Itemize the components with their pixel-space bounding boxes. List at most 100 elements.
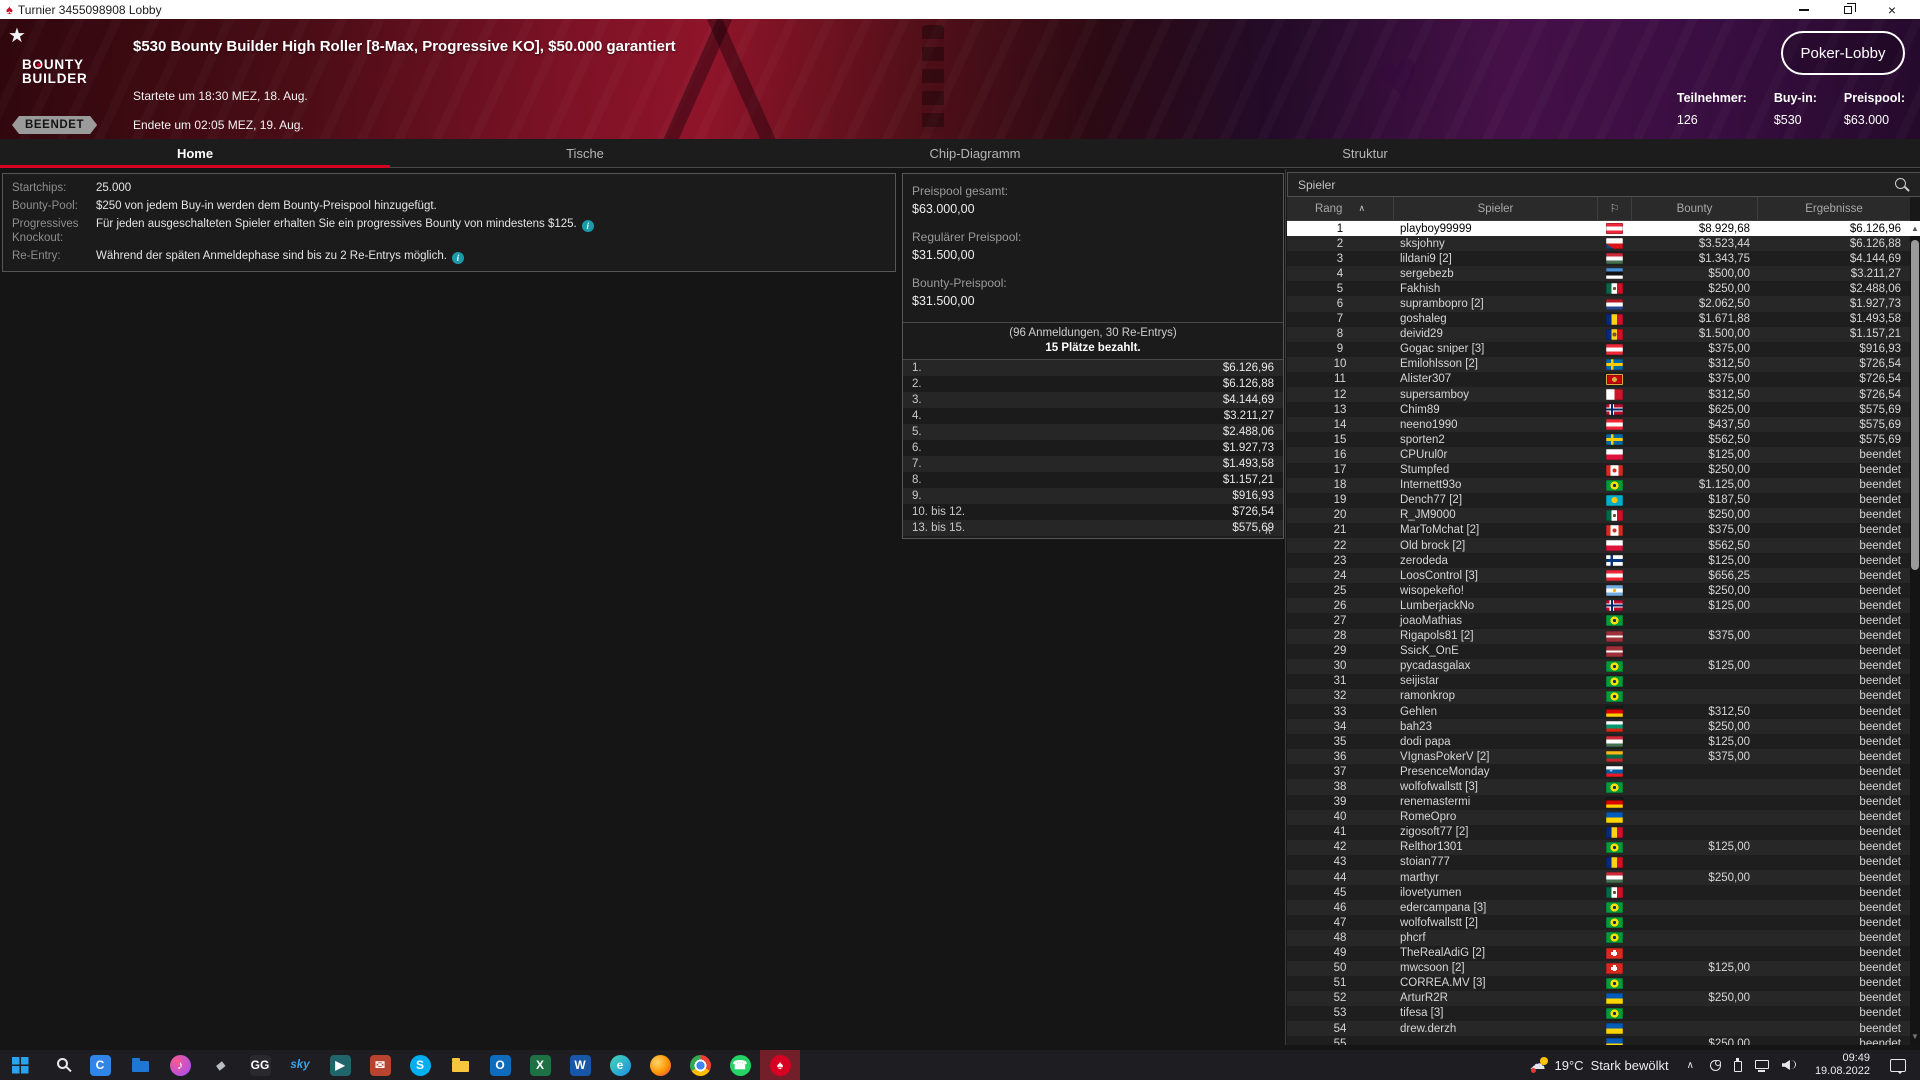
- player-row[interactable]: 44 marthyr $250,00 beendet: [1287, 870, 1910, 886]
- taskbar-app-mail-app[interactable]: ✉: [360, 1050, 400, 1080]
- taskbar-app-skype[interactable]: S: [400, 1050, 440, 1080]
- info-icon[interactable]: i: [451, 252, 464, 264]
- player-row[interactable]: 7 goshaleg $1.671,88 $1.493,58: [1287, 311, 1910, 327]
- player-row[interactable]: 20 R_JM9000 $250,00 beendet: [1287, 507, 1910, 523]
- player-row[interactable]: 55 $250,00 beendet: [1287, 1036, 1910, 1045]
- player-row[interactable]: 23 zerodeda $125,00 beendet: [1287, 553, 1910, 569]
- player-row[interactable]: 43 stoian777 beendet: [1287, 854, 1910, 871]
- player-row[interactable]: 21 MarToMchat [2] $375,00 beendet: [1287, 522, 1910, 538]
- poker-lobby-button[interactable]: Poker-Lobby: [1781, 31, 1905, 75]
- player-row[interactable]: 33 Gehlen $312,50 beendet: [1287, 704, 1910, 720]
- player-row[interactable]: 41 zigosoft77 [2] beendet: [1287, 824, 1910, 840]
- player-row[interactable]: 29 SsicK_OnE beendet: [1287, 643, 1910, 659]
- minimize-button[interactable]: [1782, 0, 1826, 19]
- player-row[interactable]: 53 tifesa [3] beendet: [1287, 1005, 1910, 1021]
- weather-widget[interactable]: ☁ 19°C Stark bewölkt: [1518, 1050, 1679, 1080]
- player-row[interactable]: 14 neeno1990 $437,50 $575,69: [1287, 417, 1910, 433]
- player-row[interactable]: 18 Internett93o $1.125,00 beendet: [1287, 477, 1910, 493]
- taskbar-app-onedrive-folder[interactable]: [120, 1050, 160, 1080]
- player-row[interactable]: 36 VIgnasPokerV [2] $375,00 beendet: [1287, 749, 1910, 765]
- player-row[interactable]: 38 wolfofwallstt [3] beendet: [1287, 779, 1910, 795]
- network-tray-icon[interactable]: [1754, 1059, 1769, 1072]
- player-row[interactable]: 28 Rigapols81 [2] $375,00 beendet: [1287, 628, 1910, 644]
- player-row[interactable]: 4 sergebezb $500,00 $3.211,27: [1287, 266, 1910, 282]
- player-row[interactable]: 16 CPUrul0r $125,00 beendet: [1287, 447, 1910, 463]
- player-row[interactable]: 31 seijistar beendet: [1287, 673, 1910, 689]
- close-button[interactable]: ×: [1870, 0, 1914, 19]
- player-row[interactable]: 13 Chim89 $625,00 $575,69: [1287, 402, 1910, 418]
- player-row[interactable]: 17 Stumpfed $250,00 beendet: [1287, 462, 1910, 478]
- search-icon[interactable]: [1895, 178, 1906, 189]
- scroll-up-icon[interactable]: ▲: [1910, 221, 1920, 236]
- sync-tray-icon[interactable]: [1709, 1059, 1721, 1071]
- taskbar-app-pokerstars[interactable]: ♠: [760, 1050, 800, 1080]
- player-row[interactable]: 8 deivid29 $1.500,00 $1.157,21: [1287, 326, 1910, 342]
- taskbar-app-music[interactable]: ♪: [160, 1050, 200, 1080]
- taskbar-app-chat[interactable]: C: [80, 1050, 120, 1080]
- player-row[interactable]: 54 drew.derzh beendet: [1287, 1020, 1910, 1037]
- player-row[interactable]: 9 Gogac sniper [3] $375,00 $916,93: [1287, 341, 1910, 357]
- player-row[interactable]: 22 Old brock [2] $562,50 beendet: [1287, 537, 1910, 554]
- scroll-down-icon[interactable]: ▼: [1910, 1032, 1920, 1041]
- tab-home[interactable]: Home: [0, 139, 390, 168]
- tray-chevron-up-icon[interactable]: ∧: [1679, 1060, 1702, 1071]
- player-row[interactable]: 50 mwcsoon [2] $125,00 beendet: [1287, 960, 1910, 976]
- notification-center-icon[interactable]: [1890, 1058, 1906, 1074]
- taskbar-app-excel[interactable]: X: [520, 1050, 560, 1080]
- player-row[interactable]: 27 joaoMathias beendet: [1287, 613, 1910, 629]
- player-row[interactable]: 37 PresenceMonday beendet: [1287, 764, 1910, 780]
- taskbar-app-chrome[interactable]: [680, 1050, 720, 1080]
- collapse-chevron-icon[interactable]: ∧: [1264, 526, 1272, 537]
- player-row[interactable]: 26 LumberjackNo $125,00 beendet: [1287, 598, 1910, 614]
- column-header-bounty[interactable]: Bounty: [1631, 197, 1757, 220]
- taskbar-app-word[interactable]: W: [560, 1050, 600, 1080]
- player-row[interactable]: 35 dodi papa $125,00 beendet: [1287, 734, 1910, 750]
- player-row[interactable]: 10 Emilohlsson [2] $312,50 $726,54: [1287, 356, 1910, 372]
- player-row[interactable]: 15 sporten2 $562,50 $575,69: [1287, 432, 1910, 448]
- player-row[interactable]: 42 Relthor1301 $125,00 beendet: [1287, 839, 1910, 855]
- taskbar-app-diamond-app[interactable]: ◆: [200, 1050, 240, 1080]
- player-row[interactable]: 24 LoosControl [3] $656,25 beendet: [1287, 568, 1910, 584]
- taskbar-app-firefox[interactable]: [640, 1050, 680, 1080]
- taskbar-app-file-explorer[interactable]: [440, 1050, 480, 1080]
- tab-tische[interactable]: Tische: [390, 139, 780, 167]
- restore-button[interactable]: [1826, 0, 1870, 19]
- column-header-ergebnisse[interactable]: Ergebnisse: [1757, 197, 1910, 220]
- player-row[interactable]: 32 ramonkrop beendet: [1287, 688, 1910, 704]
- taskbar-app-search[interactable]: [40, 1050, 80, 1080]
- player-row[interactable]: 30 pycadasgalax $125,00 beendet: [1287, 658, 1910, 674]
- column-header-rang[interactable]: Rang ∧: [1287, 197, 1393, 220]
- taskbar-app-video-app[interactable]: ▶: [320, 1050, 360, 1080]
- player-row[interactable]: 1 playboy99999 $8.929,68 $6.126,96: [1287, 221, 1910, 237]
- players-scrollbar[interactable]: ▲ ▼: [1910, 221, 1920, 1045]
- player-row[interactable]: 47 wolfofwallstt [2] beendet: [1287, 915, 1910, 931]
- player-row[interactable]: 51 CORREA.MV [3] beendet: [1287, 975, 1910, 991]
- taskbar-app-gg[interactable]: GG: [240, 1050, 280, 1080]
- tab-struktur[interactable]: Struktur: [1170, 139, 1560, 167]
- player-row[interactable]: 5 Fakhish $250,00 $2.488,06: [1287, 281, 1910, 297]
- player-row[interactable]: 46 edercampana [3] beendet: [1287, 900, 1910, 916]
- player-row[interactable]: 34 bah23 $250,00 beendet: [1287, 719, 1910, 735]
- player-row[interactable]: 25 wisopekeño! $250,00 beendet: [1287, 583, 1910, 599]
- usb-tray-icon[interactable]: [1733, 1057, 1742, 1072]
- player-row[interactable]: 3 lildani9 [2] $1.343,75 $4.144,69: [1287, 251, 1910, 267]
- taskbar-app-sky[interactable]: sky: [280, 1050, 320, 1080]
- player-search-input[interactable]: Spieler: [1287, 172, 1920, 197]
- player-row[interactable]: 49 TheRealAdiG [2] beendet: [1287, 945, 1910, 961]
- player-row[interactable]: 39 renemastermi beendet: [1287, 794, 1910, 810]
- player-row[interactable]: 12 supersamboy $312,50 $726,54: [1287, 387, 1910, 403]
- volume-tray-icon[interactable]: [1782, 1059, 1797, 1071]
- player-row[interactable]: 11 Alister307 $375,00 $726,54: [1287, 371, 1910, 388]
- player-row[interactable]: 6 suprambopro [2] $2.062,50 $1.927,73: [1287, 296, 1910, 312]
- player-row[interactable]: 52 ArturR2R $250,00 beendet: [1287, 990, 1910, 1006]
- taskbar-app-start[interactable]: [0, 1050, 40, 1080]
- info-icon[interactable]: i: [581, 220, 594, 232]
- player-row[interactable]: 2 sksjohny $3.523,44 $6.126,88: [1287, 236, 1910, 252]
- taskbar-app-outlook[interactable]: O: [480, 1050, 520, 1080]
- player-row[interactable]: 48 phcrf beendet: [1287, 930, 1910, 946]
- column-header-spieler[interactable]: Spieler: [1393, 197, 1597, 220]
- player-row[interactable]: 19 Dench77 [2] $187,50 beendet: [1287, 492, 1910, 508]
- player-row[interactable]: 45 ilovetyumen beendet: [1287, 885, 1910, 901]
- scrollbar-thumb[interactable]: [1911, 240, 1919, 570]
- column-header-flag[interactable]: ⚐: [1597, 197, 1631, 220]
